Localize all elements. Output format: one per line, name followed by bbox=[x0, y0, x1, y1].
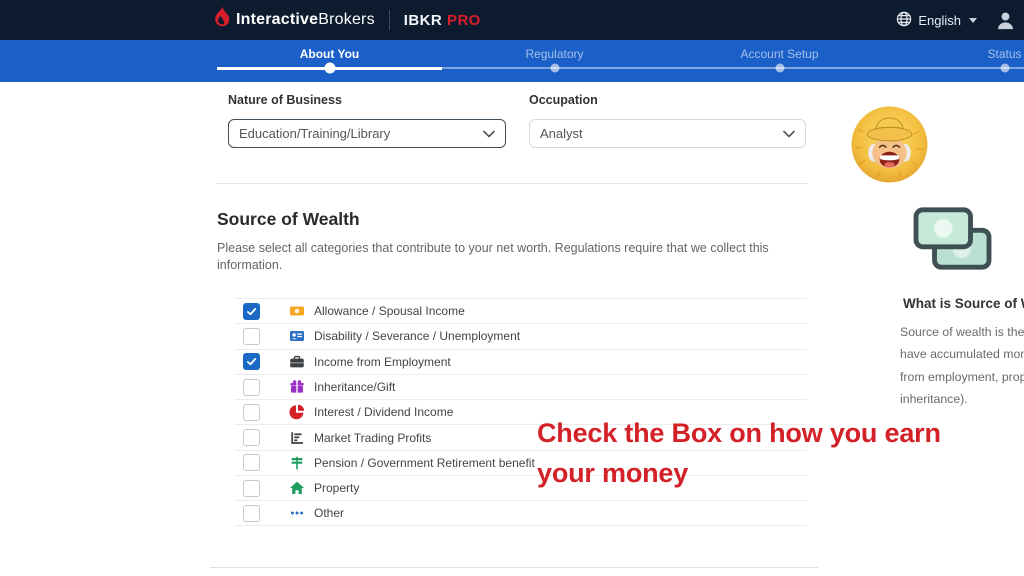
brand-name: InteractiveBrokers bbox=[236, 11, 375, 29]
step-dot-icon bbox=[1000, 64, 1009, 73]
product-badge: IBKRPRO bbox=[404, 12, 481, 29]
info-panel-text: Source of wealth is the vhave accumulate… bbox=[900, 321, 1024, 411]
wealth-checkbox[interactable] bbox=[243, 505, 260, 522]
ellipsis-icon bbox=[289, 505, 305, 521]
bar-chart-icon bbox=[289, 430, 305, 446]
wealth-row: Disability / Severance / Unemployment bbox=[235, 323, 807, 348]
step-dot-icon bbox=[324, 63, 335, 74]
banknote-icon bbox=[289, 303, 305, 319]
pie-chart-icon bbox=[289, 404, 305, 420]
wealth-label: Inheritance/Gift bbox=[314, 380, 395, 394]
nature-of-business-label: Nature of Business bbox=[228, 93, 342, 107]
bottom-divider bbox=[210, 567, 818, 568]
step-dot-icon bbox=[550, 64, 559, 73]
step-dot-icon bbox=[775, 64, 784, 73]
section-divider bbox=[217, 183, 807, 184]
header-divider bbox=[389, 10, 390, 30]
wealth-label: Property bbox=[314, 481, 359, 495]
wealth-checkbox[interactable] bbox=[243, 353, 260, 370]
progress-step[interactable]: Account Setup bbox=[667, 40, 892, 82]
progress-nav: About You Regulatory Account Setup Statu… bbox=[0, 40, 1024, 82]
wealth-label: Other bbox=[314, 506, 344, 520]
language-selector[interactable]: English bbox=[896, 11, 977, 30]
wealth-checkbox[interactable] bbox=[243, 429, 260, 446]
wealth-checkbox[interactable] bbox=[243, 303, 260, 320]
wealth-label: Interest / Dividend Income bbox=[314, 405, 453, 419]
id-card-icon bbox=[289, 328, 305, 344]
wealth-checkbox[interactable] bbox=[243, 454, 260, 471]
laughing-man-avatar bbox=[851, 106, 928, 183]
progress-steps: About You Regulatory Account Setup Statu… bbox=[217, 40, 1024, 82]
chevron-down-icon bbox=[483, 126, 495, 141]
flame-logo-icon bbox=[210, 6, 229, 35]
wealth-row: Allowance / Spousal Income bbox=[235, 298, 807, 323]
brand-logo[interactable]: InteractiveBrokers bbox=[210, 6, 375, 35]
app-header: InteractiveBrokers IBKRPRO English bbox=[0, 0, 1024, 40]
occupation-value: Analyst bbox=[540, 126, 583, 141]
globe-icon bbox=[896, 11, 912, 30]
wealth-checkbox[interactable] bbox=[243, 480, 260, 497]
occupation-select[interactable]: Analyst bbox=[529, 119, 806, 148]
wealth-label: Allowance / Spousal Income bbox=[314, 304, 465, 318]
annotation-text: Check the Box on how you earn your money bbox=[537, 413, 992, 493]
nature-of-business-select[interactable]: Education/Training/Library bbox=[228, 119, 506, 148]
source-of-wealth-title: Source of Wealth bbox=[217, 209, 360, 230]
wealth-label: Income from Employment bbox=[314, 355, 451, 369]
info-panel-heading: What is Source of W bbox=[903, 296, 1024, 311]
gift-icon bbox=[289, 379, 305, 395]
house-icon bbox=[289, 480, 305, 496]
step-label: Account Setup bbox=[667, 47, 892, 61]
chevron-down-icon bbox=[969, 18, 977, 23]
step-label: Regulatory bbox=[442, 47, 667, 61]
wealth-checkbox[interactable] bbox=[243, 328, 260, 345]
chevron-down-icon bbox=[783, 126, 795, 141]
progress-step[interactable]: About You bbox=[217, 40, 442, 82]
wealth-row: Income from Employment bbox=[235, 349, 807, 374]
wealth-row: Inheritance/Gift bbox=[235, 374, 807, 399]
progress-step[interactable]: Regulatory bbox=[442, 40, 667, 82]
occupation-label: Occupation bbox=[529, 93, 598, 107]
progress-step[interactable]: Status bbox=[892, 40, 1024, 82]
briefcase-icon bbox=[289, 354, 305, 370]
ibkr-registration-page: InteractiveBrokers IBKRPRO English bbox=[0, 0, 1024, 576]
wealth-label: Pension / Government Retirement benefit bbox=[314, 456, 535, 470]
step-label: Status bbox=[892, 47, 1024, 61]
signpost-icon bbox=[289, 455, 305, 471]
nature-of-business-value: Education/Training/Library bbox=[239, 126, 390, 141]
banknotes-graphic bbox=[905, 204, 1001, 276]
wealth-checkbox[interactable] bbox=[243, 404, 260, 421]
user-account-button[interactable] bbox=[995, 10, 1016, 31]
source-of-wealth-description: Please select all categories that contri… bbox=[217, 240, 797, 274]
step-label: About You bbox=[217, 47, 442, 61]
language-label: English bbox=[918, 13, 961, 28]
wealth-label: Disability / Severance / Unemployment bbox=[314, 329, 520, 343]
wealth-checkbox[interactable] bbox=[243, 379, 260, 396]
wealth-row: Other bbox=[235, 500, 807, 525]
wealth-label: Market Trading Profits bbox=[314, 431, 431, 445]
